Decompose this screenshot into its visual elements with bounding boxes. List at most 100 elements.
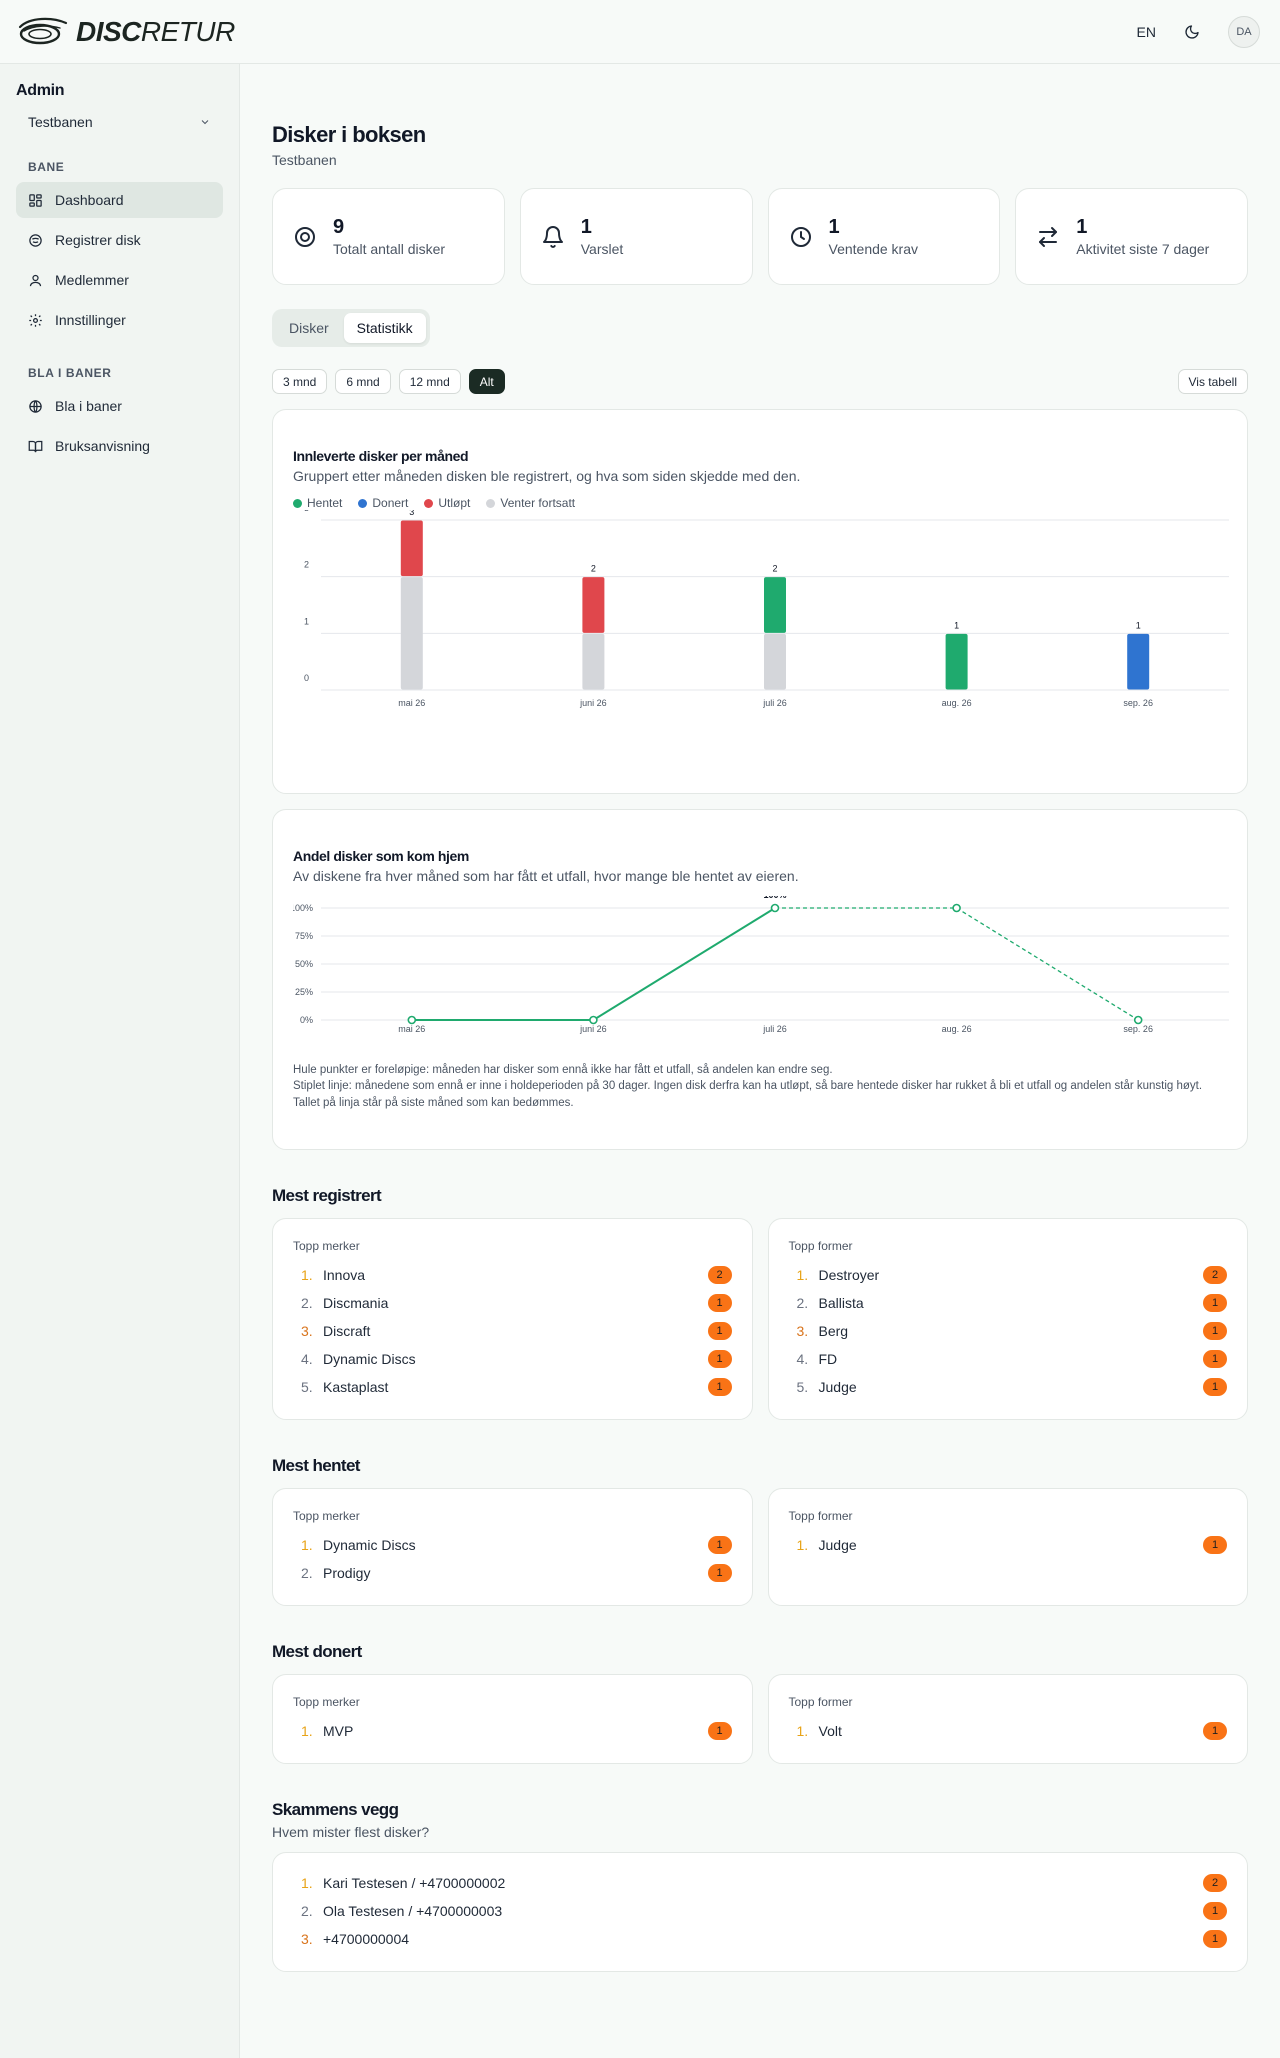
x-tick-label: juni 26 xyxy=(579,698,607,708)
item-name: MVP xyxy=(323,1723,354,1739)
list-item[interactable]: 2. Prodigy 1 xyxy=(293,1559,732,1587)
count-badge: 1 xyxy=(707,1350,732,1368)
x-tick-label: aug. 26 xyxy=(942,1024,972,1034)
point-value-label: 100% xyxy=(763,896,786,900)
item-name: +4700000004 xyxy=(323,1931,410,1947)
list-item[interactable]: 2. Ballista 1 xyxy=(789,1289,1227,1317)
tab-statistikk[interactable]: Statistikk xyxy=(343,313,426,343)
filter-12-months[interactable]: 12 mnd xyxy=(398,369,461,394)
bar-segment-utlpt xyxy=(582,577,605,633)
item-name: Destroyer xyxy=(818,1267,880,1283)
list-item[interactable]: 4. Dynamic Discs 1 xyxy=(293,1345,732,1373)
rank: 4. xyxy=(796,1351,809,1367)
language-toggle-button[interactable]: EN xyxy=(1137,24,1156,40)
y-tick-label: 0% xyxy=(300,1015,313,1025)
bar-chart-legend: Hentet Donert Utløpt Venter fortsatt xyxy=(293,496,1227,510)
list-item[interactable]: 4. FD 1 xyxy=(789,1345,1227,1373)
list-item[interactable]: 5. Judge 1 xyxy=(789,1373,1227,1401)
list-item[interactable]: 5. Kastaplast 1 xyxy=(293,1373,732,1401)
legend-label: Hentet xyxy=(307,496,343,510)
count-badge: 1 xyxy=(707,1378,732,1396)
count-badge: 1 xyxy=(707,1564,732,1582)
list-item[interactable]: 1. Innova 2 xyxy=(293,1261,732,1289)
legend-item-utlopt: Utløpt xyxy=(424,496,470,510)
logo[interactable]: DISCRETUR xyxy=(16,15,235,49)
sidebar-item-dashboard[interactable]: Dashboard xyxy=(16,182,223,218)
list-item[interactable]: 2. Discmania 1 xyxy=(293,1289,732,1317)
bar-total-label: 2 xyxy=(591,564,596,574)
sidebar-item-label: Bla i baner xyxy=(55,398,122,414)
sidebar-item-label: Dashboard xyxy=(55,192,124,208)
count-badge: 1 xyxy=(707,1722,732,1740)
y-tick-label: 0 xyxy=(304,673,309,683)
list-item[interactable]: 1. Dynamic Discs 1 xyxy=(293,1531,732,1559)
disc-icon xyxy=(295,226,315,247)
filter-6-months[interactable]: 6 mnd xyxy=(335,369,391,394)
line-point xyxy=(770,903,780,913)
stat-label: Varslet xyxy=(580,241,624,257)
sidebar-item-register-disc[interactable]: Registrer disk xyxy=(16,222,223,258)
bar-segment-venterfortsatt xyxy=(400,577,423,690)
y-tick-label: 75% xyxy=(295,931,313,941)
rank: 3. xyxy=(796,1323,809,1339)
logo-disc-icon xyxy=(18,17,68,44)
list-item[interactable]: 3. +4700000004 1 xyxy=(293,1925,1227,1953)
list-item[interactable]: 2. Ola Testesen / +4700000003 1 xyxy=(293,1897,1227,1925)
y-tick-label: 50% xyxy=(295,959,313,969)
stat-card-activity: 1 Aktivitet siste 7 dager xyxy=(1015,188,1248,285)
bar-segment-utlpt xyxy=(400,520,423,577)
bar-total-label: 2 xyxy=(772,564,777,574)
list-heading: Topp merker xyxy=(293,1239,360,1253)
sidebar-item-members[interactable]: Medlemmer xyxy=(16,262,223,298)
stat-value: 1 xyxy=(580,216,592,238)
dark-mode-moon-icon[interactable] xyxy=(1182,22,1202,42)
top-brands-card: Topp merker 1. MVP 1 xyxy=(272,1674,753,1764)
list-item[interactable]: 3. Discraft 1 xyxy=(293,1317,732,1345)
y-tick-label: 2 xyxy=(304,560,309,570)
top-molds-card: Topp former 1. Volt 1 xyxy=(767,1674,1248,1764)
show-table-button[interactable]: Vis tabell xyxy=(1177,369,1248,394)
rank: 4. xyxy=(301,1351,313,1367)
stat-label: Totalt antall disker xyxy=(333,241,446,257)
sidebar-item-label: Medlemmer xyxy=(55,272,129,288)
top-brands-card: Topp merker 1. Dynamic Discs 1 2. Prodigy 1 xyxy=(272,1488,753,1606)
item-name: Dynamic Discs xyxy=(323,1351,416,1367)
item-name: Kari Testesen / +4700000002 xyxy=(323,1875,506,1891)
line-chart-note: Hule punkter er foreløpige: måneden har … xyxy=(293,1064,833,1076)
list-item[interactable]: 1. MVP 1 xyxy=(293,1717,732,1745)
section-title-most-registered: Mest registrert xyxy=(272,1186,382,1205)
list-item[interactable]: 1. Destroyer 2 xyxy=(789,1261,1227,1289)
item-name: Dynamic Discs xyxy=(323,1537,416,1553)
item-name: Berg xyxy=(818,1323,849,1339)
course-select[interactable]: Testbanen xyxy=(16,112,223,132)
sidebar-item-browse-courses[interactable]: Bla i baner xyxy=(16,388,223,424)
list-item[interactable]: 3. Berg 1 xyxy=(789,1317,1227,1345)
sidebar-section-browse: BLA I BANER xyxy=(28,366,112,380)
rank: 5. xyxy=(301,1379,313,1395)
sidebar-item-manual[interactable]: Bruksanvisning xyxy=(16,428,223,464)
list-item[interactable]: 1. Judge 1 xyxy=(789,1531,1227,1559)
stat-label: Aktivitet siste 7 dager xyxy=(1076,241,1210,257)
top-molds-card: Topp former 1. Destroyer 2 2. Ballista 1 3. B… xyxy=(767,1218,1248,1420)
arrows-swap-icon xyxy=(1039,226,1058,247)
stat-value: 9 xyxy=(333,216,345,238)
user-avatar[interactable]: DA xyxy=(1228,15,1260,48)
view-tabs: Disker Statistikk xyxy=(272,309,430,347)
sidebar-item-settings[interactable]: Innstillinger xyxy=(16,302,223,338)
rank: 1. xyxy=(301,1267,313,1283)
filter-all[interactable]: Alt xyxy=(468,369,505,394)
y-tick-label: 3 xyxy=(304,510,309,513)
list-item[interactable]: 1. Kari Testesen / +4700000002 2 xyxy=(293,1869,1227,1897)
item-name: Kastaplast xyxy=(323,1379,389,1395)
period-filters: 3 mnd 6 mnd 12 mnd Alt Vis tabell xyxy=(272,369,1248,394)
main-content: Disker i boksen Testbanen 9 Totalt antall… xyxy=(272,64,1248,1972)
grid-icon xyxy=(29,193,42,207)
rank: 1. xyxy=(796,1267,809,1283)
y-tick-label: 1 xyxy=(304,616,309,626)
filter-3-months[interactable]: 3 mnd xyxy=(272,369,328,394)
list-item[interactable]: 1. Volt 1 xyxy=(789,1717,1227,1745)
top-bar: DISCRETUR EN DA xyxy=(0,0,1280,64)
stat-card-pending: 1 Ventende krav xyxy=(767,188,1001,285)
rank: 3. xyxy=(301,1323,313,1339)
tab-disker[interactable]: Disker xyxy=(276,313,342,343)
